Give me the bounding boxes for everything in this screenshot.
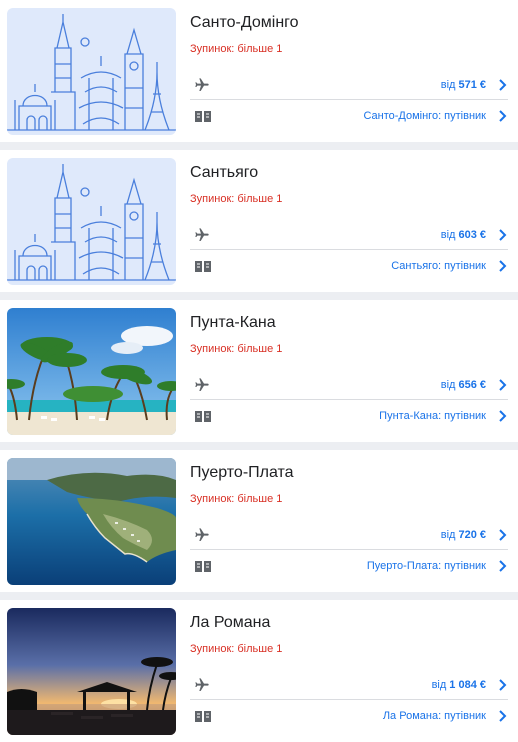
stops-info: Зупинок: більше 1 xyxy=(190,193,283,205)
sunset-beach-photo xyxy=(7,608,176,735)
chevron-right-icon xyxy=(492,258,508,274)
chevron-right-icon xyxy=(492,408,508,424)
airplane-icon xyxy=(190,525,216,545)
guide-label: Сантьяго: путівник xyxy=(391,260,486,272)
guide-label: Санто-Домінго: путівник xyxy=(363,110,486,122)
airplane-icon xyxy=(190,75,216,95)
chevron-right-icon xyxy=(492,77,508,93)
travel-guide-link[interactable]: Сантьяго: путівник xyxy=(190,251,508,281)
destination-image[interactable] xyxy=(7,308,176,435)
destination-title[interactable]: Санто-Домінго xyxy=(190,14,299,32)
stops-info: Зупинок: більше 1 xyxy=(190,493,283,505)
price-value: 720 € xyxy=(458,528,486,541)
price-prefix: від xyxy=(440,78,456,91)
destination-card[interactable]: Санто-Домінго Зупинок: більше 1 від 571 … xyxy=(0,0,518,142)
destination-image[interactable] xyxy=(7,608,176,735)
destination-image[interactable] xyxy=(7,158,176,285)
price-prefix: від xyxy=(440,378,456,391)
price-value: 656 € xyxy=(458,378,486,391)
travel-guide-link[interactable]: Санто-Домінго: путівник xyxy=(190,101,508,131)
chevron-right-icon xyxy=(492,677,508,693)
destination-title[interactable]: Пуерто-Плата xyxy=(190,464,294,482)
stops-info: Зупинок: більше 1 xyxy=(190,643,283,655)
flight-price-link[interactable]: від 1 084 € xyxy=(190,670,508,700)
card-separator xyxy=(0,442,518,450)
stops-info: Зупинок: більше 1 xyxy=(190,43,283,55)
chevron-right-icon xyxy=(492,108,508,124)
destinations-list: Санто-Домінго Зупинок: більше 1 від 571 … xyxy=(0,0,518,742)
flight-price-link[interactable]: від 720 € xyxy=(190,520,508,550)
price-prefix: від xyxy=(440,528,456,541)
flight-price-link[interactable]: від 571 € xyxy=(190,70,508,100)
price-value: 603 € xyxy=(458,228,486,241)
guide-label: Ла Романа: путівник xyxy=(382,710,486,722)
destination-title[interactable]: Пунта-Кана xyxy=(190,314,276,332)
city-landmarks-illustration xyxy=(7,8,176,135)
destination-image[interactable] xyxy=(7,8,176,135)
price-prefix: від xyxy=(440,228,456,241)
destination-title[interactable]: Сантьяго xyxy=(190,164,258,182)
chevron-right-icon xyxy=(492,377,508,393)
book-icon xyxy=(190,706,216,726)
chevron-right-icon xyxy=(492,708,508,724)
card-separator xyxy=(0,292,518,300)
destination-card[interactable]: Пуерто-Плата Зупинок: більше 1 від 720 €… xyxy=(0,450,518,592)
guide-label: Пуерто-Плата: путівник xyxy=(366,560,486,572)
destination-card[interactable]: Пунта-Кана Зупинок: більше 1 від 656 € П… xyxy=(0,300,518,442)
book-icon xyxy=(190,406,216,426)
book-icon xyxy=(190,256,216,276)
price-value: 571 € xyxy=(458,78,486,91)
airplane-icon xyxy=(190,375,216,395)
destination-card[interactable]: Ла Романа Зупинок: більше 1 від 1 084 € … xyxy=(0,600,518,742)
travel-guide-link[interactable]: Пунта-Кана: путівник xyxy=(190,401,508,431)
city-landmarks-illustration xyxy=(7,158,176,285)
chevron-right-icon xyxy=(492,227,508,243)
book-icon xyxy=(190,556,216,576)
book-icon xyxy=(190,106,216,126)
chevron-right-icon xyxy=(492,558,508,574)
destination-title[interactable]: Ла Романа xyxy=(190,614,270,632)
guide-label: Пунта-Кана: путівник xyxy=(379,410,486,422)
stops-info: Зупинок: більше 1 xyxy=(190,343,283,355)
travel-guide-link[interactable]: Ла Романа: путівник xyxy=(190,701,508,731)
price-prefix: від xyxy=(431,678,447,691)
destination-image[interactable] xyxy=(7,458,176,585)
palm-beach-photo xyxy=(7,308,176,435)
airplane-icon xyxy=(190,225,216,245)
flight-price-link[interactable]: від 603 € xyxy=(190,220,508,250)
flight-price-link[interactable]: від 656 € xyxy=(190,370,508,400)
airplane-icon xyxy=(190,675,216,695)
card-separator xyxy=(0,142,518,150)
price-value: 1 084 € xyxy=(449,678,486,691)
coastline-aerial-photo xyxy=(7,458,176,585)
destination-card[interactable]: Сантьяго Зупинок: більше 1 від 603 € Сан… xyxy=(0,150,518,292)
chevron-right-icon xyxy=(492,527,508,543)
card-separator xyxy=(0,592,518,600)
travel-guide-link[interactable]: Пуерто-Плата: путівник xyxy=(190,551,508,581)
